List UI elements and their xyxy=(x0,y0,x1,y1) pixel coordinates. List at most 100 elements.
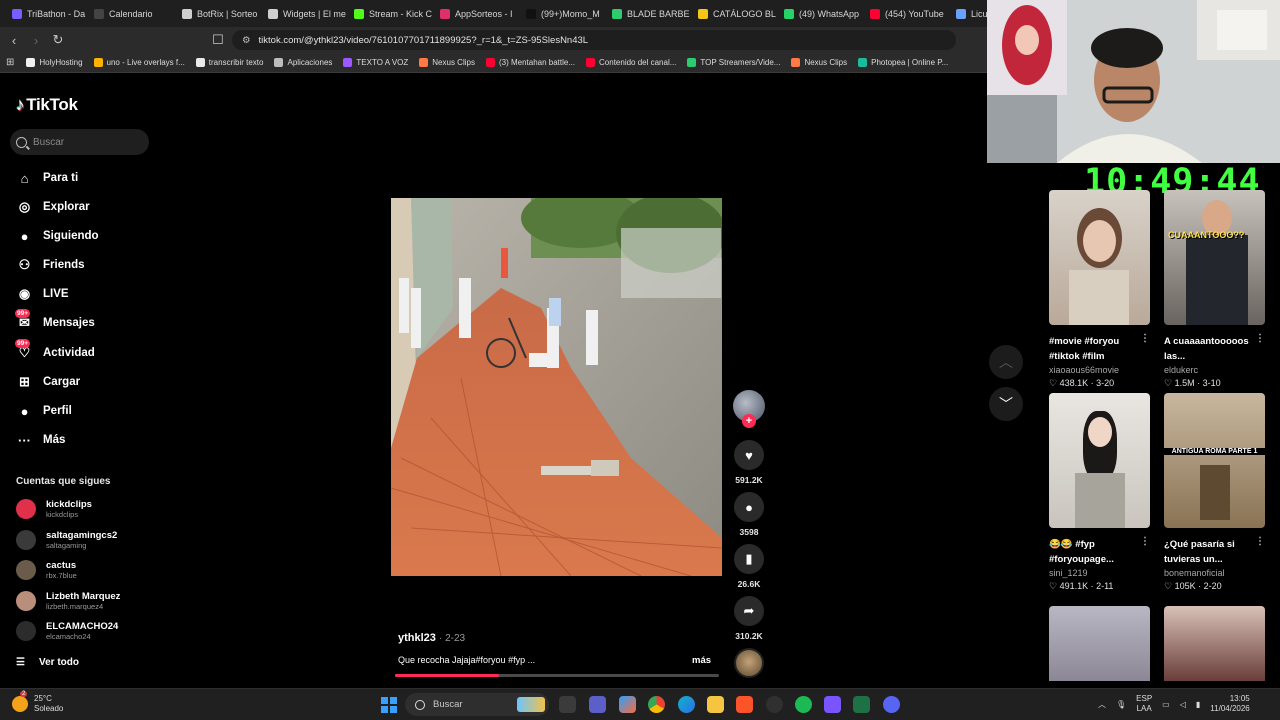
recommended-card[interactable]: #movie #foryou #tiktok #film ⋮ xiaoaous66… xyxy=(1049,190,1150,389)
browser-tab[interactable]: Stream - Kick C xyxy=(346,0,432,27)
nav-item-cargar[interactable]: ⊞ Cargar xyxy=(16,372,80,392)
bookmark-star-icon[interactable]: ☐ xyxy=(208,30,228,50)
app-grid-icon[interactable] xyxy=(824,696,841,713)
back-icon[interactable]: ‹ xyxy=(4,30,24,50)
recommended-card[interactable]: CUAAANTOOO?? A cuaaaantooooos las... ⋮ el… xyxy=(1164,190,1265,389)
bookmark-item[interactable]: uno - Live overlays f... xyxy=(93,58,185,67)
recommended-card[interactable]: ANTIGUA ROMA PARTE 1 ¿Qué pasaría si tuv… xyxy=(1164,393,1265,592)
address-bar[interactable]: ⚙ tiktok.com/@ythkl23/video/761010770171… xyxy=(232,30,956,50)
tray-chevron-icon[interactable]: ︿ xyxy=(1098,699,1106,710)
brave-icon[interactable] xyxy=(736,696,753,713)
volume-icon[interactable]: ◁ xyxy=(1180,700,1186,709)
thumbnail-overlay-text: CUAAANTOOO?? xyxy=(1168,230,1245,240)
followed-account[interactable]: ELCAMACHO24 elcamacho24 xyxy=(16,621,118,641)
video-progress-bar[interactable] xyxy=(395,674,719,677)
comment-button[interactable]: ● 3598 xyxy=(733,492,765,537)
see-all-link[interactable]: ☰ Ver todo xyxy=(16,657,79,668)
browser-tab[interactable]: (49) WhatsApp xyxy=(776,0,862,27)
nav-item-friends[interactable]: ⚇ Friends xyxy=(16,255,85,275)
spotify-icon[interactable] xyxy=(795,696,812,713)
more-options-icon[interactable]: ⋮ xyxy=(1140,331,1150,346)
next-video-button[interactable]: ﹀ xyxy=(989,387,1023,421)
follow-plus-icon[interactable]: + xyxy=(742,414,756,428)
discord-icon[interactable] xyxy=(883,696,900,713)
card-author: sini_1219 xyxy=(1049,568,1088,578)
save-button[interactable]: ▮ 26.6K xyxy=(733,544,765,589)
system-tray: ︿ 🎙 ESP LAA ▭ ◁ ▮ 13:05 11/04/2026 xyxy=(1098,694,1250,714)
microphone-icon[interactable]: 🎙 xyxy=(1116,700,1126,709)
battery-icon[interactable]: ▮ xyxy=(1196,700,1200,709)
followed-account[interactable]: cactus rbx.7blue xyxy=(16,560,77,580)
browser-tab[interactable]: BotRix | Sorteo xyxy=(174,0,260,27)
bookmark-item[interactable]: Contenido del canal... xyxy=(586,58,676,67)
bookmark-item[interactable]: Aplicaciones xyxy=(274,58,332,67)
more-options-icon[interactable]: ⋮ xyxy=(1140,534,1150,549)
copilot-icon[interactable] xyxy=(619,696,636,713)
nav-item-explorar[interactable]: ◎ Explorar xyxy=(16,197,90,217)
share-button[interactable]: ➦ 310.2K xyxy=(733,596,765,641)
bookmark-item[interactable]: TOP Streamers/Vide... xyxy=(687,58,780,67)
apps-grid-icon[interactable]: ⊞ xyxy=(6,57,14,68)
browser-tab[interactable]: Licu xyxy=(948,0,988,27)
browser-tab[interactable]: Widgets | El me xyxy=(260,0,346,27)
nav-item-perfil[interactable]: ● Perfil xyxy=(16,401,72,421)
nav-item-siguiendo[interactable]: ● Siguiendo xyxy=(16,226,99,246)
bookmark-item[interactable]: Nexus Clips xyxy=(791,58,847,67)
reload-icon[interactable]: ↻ xyxy=(48,30,68,50)
clock-date[interactable]: 13:05 11/04/2026 xyxy=(1210,694,1249,714)
account-handle: lizbeth.marquez4 xyxy=(46,602,104,611)
network-icon[interactable]: ▭ xyxy=(1162,700,1170,709)
nav-item-actividad[interactable]: ♡ 99+ Actividad xyxy=(15,338,95,363)
video-thumbnail[interactable] xyxy=(1049,606,1150,681)
browser-tab[interactable]: AppSorteos - I xyxy=(432,0,518,27)
nav-item-mensajes[interactable]: ✉ 99+ Mensajes xyxy=(15,308,95,333)
browser-tab[interactable]: (454) YouTube xyxy=(862,0,948,27)
followed-account[interactable]: saltagamingcs2 saltagaming xyxy=(16,530,117,550)
bookmark-item[interactable]: (3) Mentahan battle... xyxy=(485,58,575,67)
bookmark-item[interactable]: transcribir texto xyxy=(195,58,263,67)
weather-sun-icon: 2 xyxy=(12,691,28,712)
file-explorer-icon[interactable] xyxy=(707,696,724,713)
video-author[interactable]: ythkl23 · 2-23 xyxy=(398,632,465,644)
caption-more-link[interactable]: más xyxy=(692,655,711,666)
edge-icon[interactable] xyxy=(678,696,695,713)
search-input[interactable]: Buscar xyxy=(10,129,149,155)
browser-tab[interactable]: TriBathon - Da xyxy=(4,0,86,27)
teams-icon[interactable] xyxy=(589,696,606,713)
video-thumbnail[interactable] xyxy=(1164,606,1265,681)
browser-tab[interactable]: CATÁLOGO BL xyxy=(690,0,776,27)
start-button[interactable] xyxy=(381,697,397,713)
forward-icon[interactable]: › xyxy=(26,30,46,50)
obs-icon[interactable] xyxy=(766,696,783,713)
music-disc-avatar[interactable] xyxy=(734,648,764,678)
browser-tab[interactable]: (99+)Momo_M xyxy=(518,0,604,27)
task-view-icon[interactable] xyxy=(559,696,576,713)
weather-widget[interactable]: 2 25°C Soleado xyxy=(12,691,63,714)
site-info-icon[interactable]: ⚙ xyxy=(242,35,251,46)
tab-favicon-icon xyxy=(12,8,22,19)
nav-item-más[interactable]: ··· Más xyxy=(16,430,65,450)
chrome-icon[interactable] xyxy=(648,696,665,713)
bookmark-item[interactable]: TEXTO A VOZ xyxy=(343,58,408,67)
tab-label: BotRix | Sorteo xyxy=(197,8,258,19)
like-button[interactable]: ♥ 591.2K xyxy=(733,440,765,485)
previous-video-button[interactable]: ︿ xyxy=(989,345,1023,379)
browser-tab[interactable]: Calendario xyxy=(86,0,174,27)
more-options-icon[interactable]: ⋮ xyxy=(1255,331,1265,346)
more-options-icon[interactable]: ⋮ xyxy=(1255,534,1265,549)
bookmark-item[interactable]: Nexus Clips xyxy=(419,58,475,67)
followed-account[interactable]: kickdclips kickdclips xyxy=(16,499,92,519)
video-player[interactable] xyxy=(391,198,722,576)
browser-tab[interactable]: BLADE BARBE xyxy=(604,0,690,27)
language-indicator[interactable]: ESP LAA xyxy=(1136,694,1152,714)
tiktok-logo[interactable]: ♪ TikTok xyxy=(16,95,78,115)
followed-account[interactable]: Lizbeth Marquez lizbeth.marquez4 xyxy=(16,591,120,611)
bookmark-item[interactable]: Photopea | Online P... xyxy=(858,58,948,67)
bookmark-item[interactable]: HolyHosting xyxy=(26,58,83,67)
nav-item-para-ti[interactable]: ⌂ Para ti xyxy=(16,168,79,188)
nav-item-live[interactable]: ◉ LIVE xyxy=(16,284,69,304)
taskbar-search[interactable]: Buscar xyxy=(405,693,549,716)
excel-icon[interactable] xyxy=(853,696,870,713)
recommended-card[interactable]: 😂😂 #fyp #foryoupage... ⋮ sini_1219 ♡ 491.… xyxy=(1049,393,1150,592)
tab-favicon-icon xyxy=(526,8,536,19)
